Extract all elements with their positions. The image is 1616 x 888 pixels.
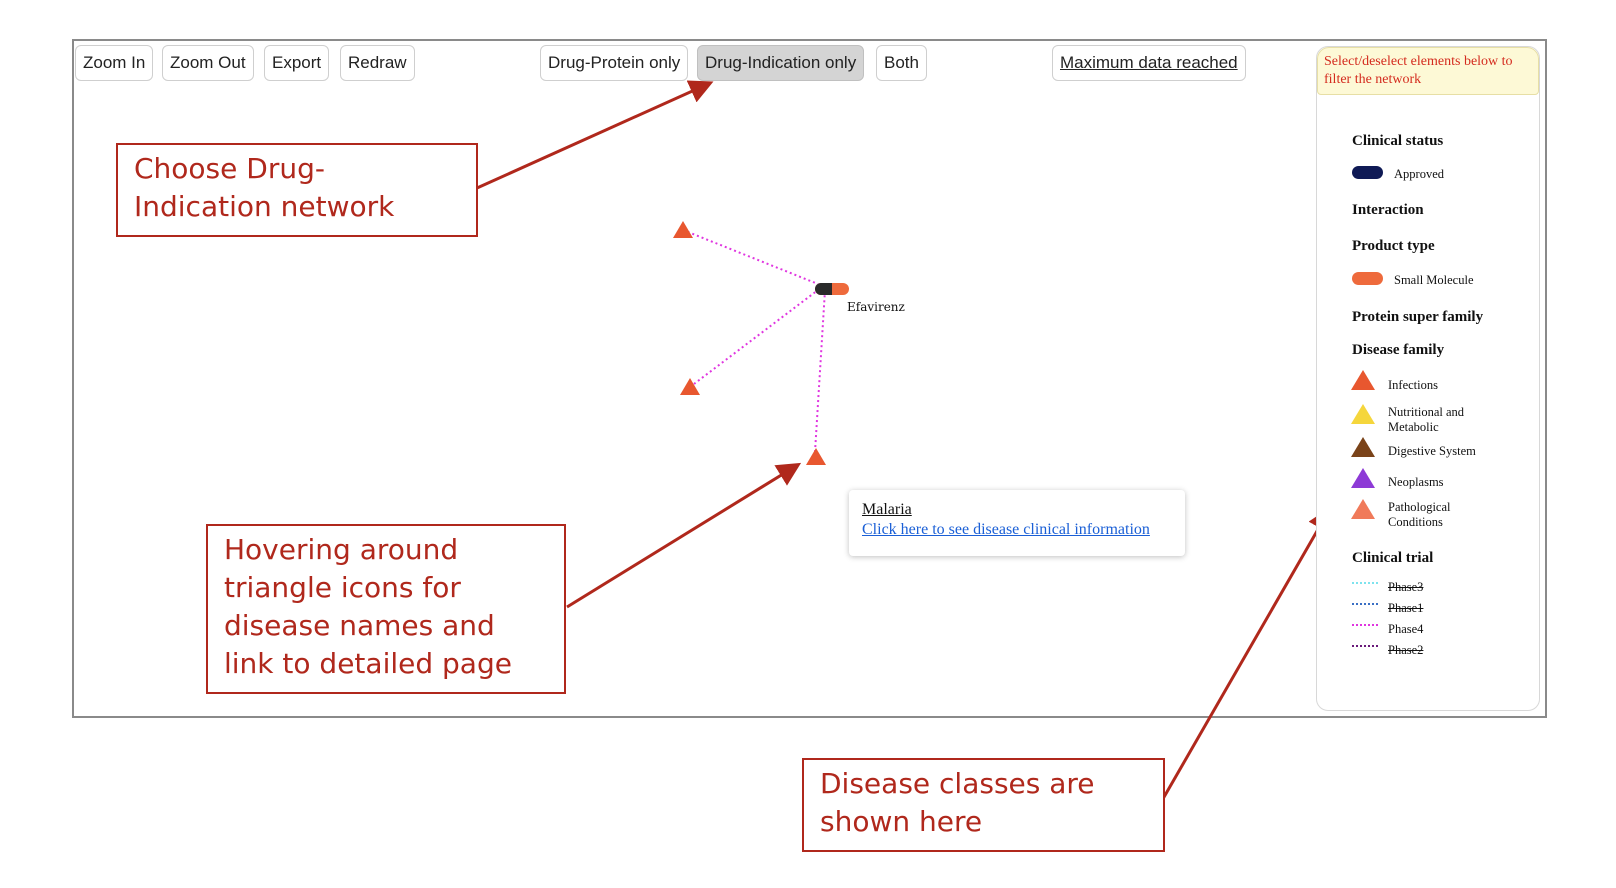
- legend-item-approved[interactable]: Approved: [1394, 167, 1444, 182]
- digestive-system-triangle-icon[interactable]: [1351, 437, 1375, 457]
- neoplasms-triangle-icon[interactable]: [1351, 468, 1375, 488]
- disease-node-triangle[interactable]: [673, 221, 693, 238]
- callout-choose-drug-indication: Choose Drug-Indication network: [116, 143, 478, 237]
- legend-item-small-molecule[interactable]: Small Molecule: [1394, 273, 1474, 288]
- phase1-line-swatch[interactable]: [1352, 603, 1378, 605]
- legend-heading-product-type: Product type: [1352, 238, 1435, 254]
- annotation-arrow-toolbar: [476, 80, 714, 190]
- tooltip-disease-name: Malaria: [862, 501, 912, 518]
- edge-efavirenz-disease-3: [814, 289, 826, 453]
- legend-panel: Select/deselect elements below to filter…: [1316, 46, 1540, 711]
- disease-tooltip: Malaria Click here to see disease clinic…: [849, 490, 1185, 556]
- phase3-line-swatch[interactable]: [1352, 582, 1378, 584]
- approved-swatch[interactable]: [1352, 166, 1383, 179]
- legend-item-nutritional-metabolic[interactable]: Nutritional and Metabolic: [1388, 405, 1498, 435]
- nutritional-metabolic-triangle-icon[interactable]: [1351, 404, 1375, 424]
- annotation-arrow-triangle: [566, 462, 802, 609]
- legend-filter-note: Select/deselect elements below to filter…: [1317, 47, 1539, 95]
- infections-triangle-icon[interactable]: [1351, 370, 1375, 390]
- legend-item-phase2[interactable]: Phase2: [1388, 643, 1423, 658]
- disease-node-triangle[interactable]: [806, 448, 826, 465]
- legend-heading-clinical-trial: Clinical trial: [1352, 550, 1434, 566]
- legend-heading-clinical-status: Clinical status: [1352, 133, 1444, 149]
- legend-heading-disease-family: Disease family: [1352, 342, 1445, 358]
- legend-item-infections[interactable]: Infections: [1388, 378, 1438, 393]
- callout-hovering-triangles: Hovering around triangle icons for disea…: [206, 524, 566, 694]
- legend-item-phase1[interactable]: Phase1: [1388, 601, 1423, 616]
- disease-clinical-info-link[interactable]: Click here to see disease clinical infor…: [862, 519, 1172, 540]
- edge-efavirenz-disease-2: [689, 289, 819, 388]
- phase4-line-swatch[interactable]: [1352, 624, 1378, 626]
- legend-item-phase4[interactable]: Phase4: [1388, 622, 1423, 637]
- annotation-arrow-legend: [1158, 506, 1331, 805]
- small-molecule-swatch[interactable]: [1352, 272, 1383, 285]
- drug-node-label: Efavirenz: [847, 300, 905, 314]
- disease-node-triangle[interactable]: [680, 378, 700, 395]
- legend-item-pathological-conditions[interactable]: Pathological Conditions: [1388, 500, 1488, 530]
- legend-item-digestive-system[interactable]: Digestive System: [1388, 444, 1476, 459]
- legend-heading-protein-super-family: Protein super family: [1352, 309, 1484, 325]
- legend-item-neoplasms[interactable]: Neoplasms: [1388, 475, 1444, 490]
- legend-item-phase3[interactable]: Phase3: [1388, 580, 1423, 595]
- drug-node-capsule[interactable]: [815, 283, 849, 295]
- edge-efavirenz-disease-1: [682, 229, 819, 285]
- legend-heading-interaction: Interaction: [1352, 202, 1424, 218]
- pathological-conditions-triangle-icon[interactable]: [1351, 499, 1375, 519]
- callout-disease-classes: Disease classes are shown here: [802, 758, 1165, 852]
- phase2-line-swatch[interactable]: [1352, 645, 1378, 647]
